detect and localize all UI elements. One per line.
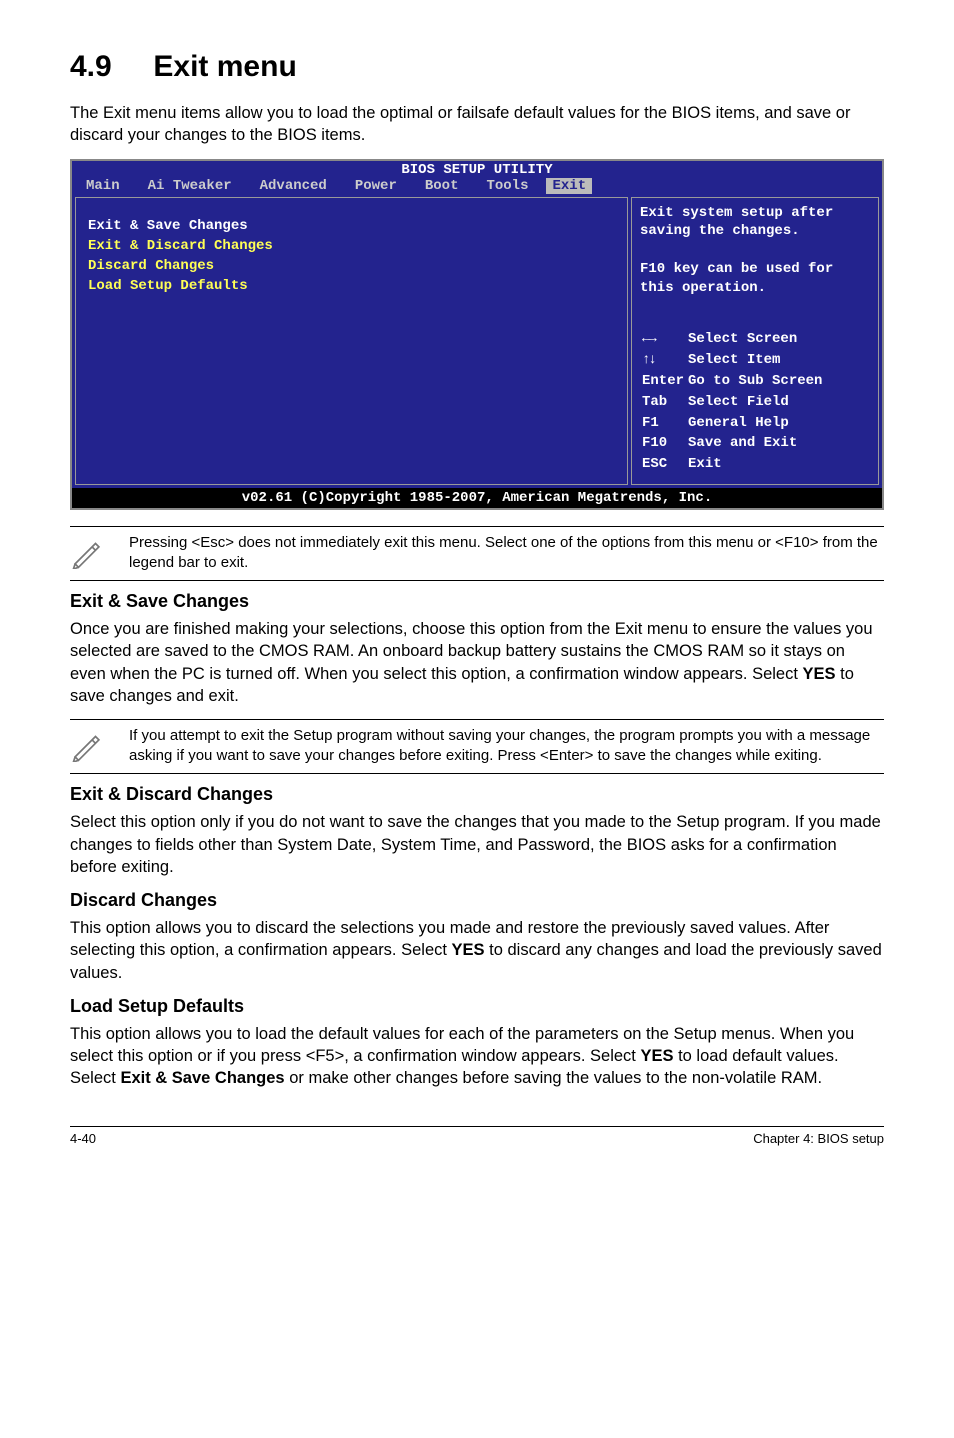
chapter-label: Chapter 4: BIOS setup [753,1131,884,1146]
pencil-icon [70,533,125,574]
bios-footer: v02.61 (C)Copyright 1985-2007, American … [72,488,882,508]
note-esc-text: Pressing <Esc> does not immediately exit… [125,533,884,572]
bios-key-legend: ←→ Select Screen ↑↓ Select Item EnterGo to… [640,328,870,476]
note-esc: Pressing <Esc> does not immediately exit… [70,526,884,581]
section-title-text: Exit menu [153,50,296,83]
bios-menu-exit: Exit [546,178,592,194]
pencil-icon [70,726,125,767]
key-tab: Tab [642,393,686,412]
bios-menu-power: Power [341,178,411,194]
para-exit-discard: Select this option only if you do not wa… [70,811,884,878]
bios-help-text: Exit system setup after saving the chang… [640,204,870,298]
discard-yes: YES [452,941,485,959]
heading-discard: Discard Changes [70,890,884,911]
bios-menu-advanced: Advanced [246,178,341,194]
key-general-help: General Help [688,414,824,433]
key-exit: Exit [688,455,824,474]
section-heading: 4.9 Exit menu [70,50,884,84]
section-number: 4.9 [70,50,112,83]
exit-save-pre: Once you are finished making your select… [70,620,873,683]
intro-paragraph: The Exit menu items allow you to load th… [70,102,884,147]
para-discard: This option allows you to discard the se… [70,917,884,984]
arrows-ud-icon: ↑↓ [642,351,655,370]
para-load-defaults: This option allows you to load the defau… [70,1023,884,1090]
bios-menu-boot: Boot [411,178,473,194]
bios-item-discard: Discard Changes [88,256,617,276]
heading-load-defaults: Load Setup Defaults [70,996,884,1017]
key-f10: F10 [642,434,686,453]
key-sub-screen: Go to Sub Screen [688,372,824,391]
key-save-exit: Save and Exit [688,434,824,453]
bios-menu-main: Main [72,178,134,194]
bios-left-pane: Exit & Save Changes Exit & Discard Chang… [75,197,628,486]
page-number: 4-40 [70,1131,96,1146]
para-exit-save: Once you are finished making your select… [70,618,884,707]
key-esc: ESC [642,455,686,474]
key-enter: Enter [642,372,686,391]
bios-right-pane: Exit system setup after saving the chang… [631,197,879,486]
bios-item-exit-save: Exit & Save Changes [88,216,617,236]
heading-exit-save: Exit & Save Changes [70,591,884,612]
key-f1: F1 [642,414,686,433]
bios-item-load-defaults: Load Setup Defaults [88,276,617,296]
load-yes: YES [640,1047,673,1065]
note-save-prompt-text: If you attempt to exit the Setup program… [125,726,884,765]
load-post: or make other changes before saving the … [285,1069,822,1087]
bios-menu-ai-tweaker: Ai Tweaker [134,178,246,194]
note-save-prompt: If you attempt to exit the Setup program… [70,719,884,774]
load-exit-save: Exit & Save Changes [120,1069,284,1087]
bios-screenshot: BIOS SETUP UTILITY Main Ai Tweaker Advan… [70,159,884,511]
heading-exit-discard: Exit & Discard Changes [70,784,884,805]
arrows-lr-icon: ←→ [642,330,655,349]
bios-menu-tools: Tools [472,178,542,194]
key-select-screen: Select Screen [688,330,824,349]
bios-title: BIOS SETUP UTILITY [72,161,882,178]
bios-item-exit-discard: Exit & Discard Changes [88,236,617,256]
bios-menubar: Main Ai Tweaker Advanced Power Boot Tool… [72,178,882,197]
key-select-item: Select Item [688,351,824,370]
page-footer: 4-40 Chapter 4: BIOS setup [70,1126,884,1146]
key-select-field: Select Field [688,393,824,412]
exit-save-yes: YES [803,665,836,683]
